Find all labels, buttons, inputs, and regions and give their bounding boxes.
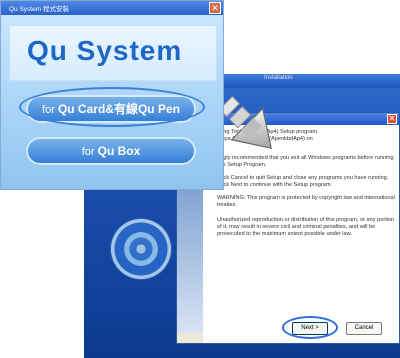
option-card-highlight-ring	[19, 87, 205, 127]
option-box-brand: Qu Box	[97, 144, 141, 158]
option-qu-box-button[interactable]: for Qu Box	[26, 137, 196, 165]
launcher-title: Qu System 程式安裝	[9, 6, 69, 13]
launcher-close-button[interactable]: ✕	[209, 2, 221, 14]
copyright-warning-text: WARNING: This program is protected by co…	[217, 195, 395, 208]
option-box-prefix: for	[81, 146, 98, 158]
cd-disc-icon	[110, 218, 172, 280]
dialog-close-button[interactable]: ✕	[387, 114, 397, 124]
launcher-titlebar[interactable]: Qu System 程式安裝 ✕	[1, 1, 223, 15]
qu-system-launcher-window: Qu System 程式安裝 ✕ Qu System for Qu Card&有…	[0, 0, 224, 190]
cancel-next-text: Click Cancel to quit Setup and close any…	[217, 175, 389, 188]
cancel-button[interactable]: Cancel	[346, 322, 382, 335]
next-button[interactable]: Next >	[292, 322, 328, 335]
qu-system-logo: Qu System	[27, 35, 183, 66]
unauthorized-text: Unauthorized reproduction or distributio…	[217, 217, 395, 237]
installer-title: Installation	[264, 75, 293, 81]
